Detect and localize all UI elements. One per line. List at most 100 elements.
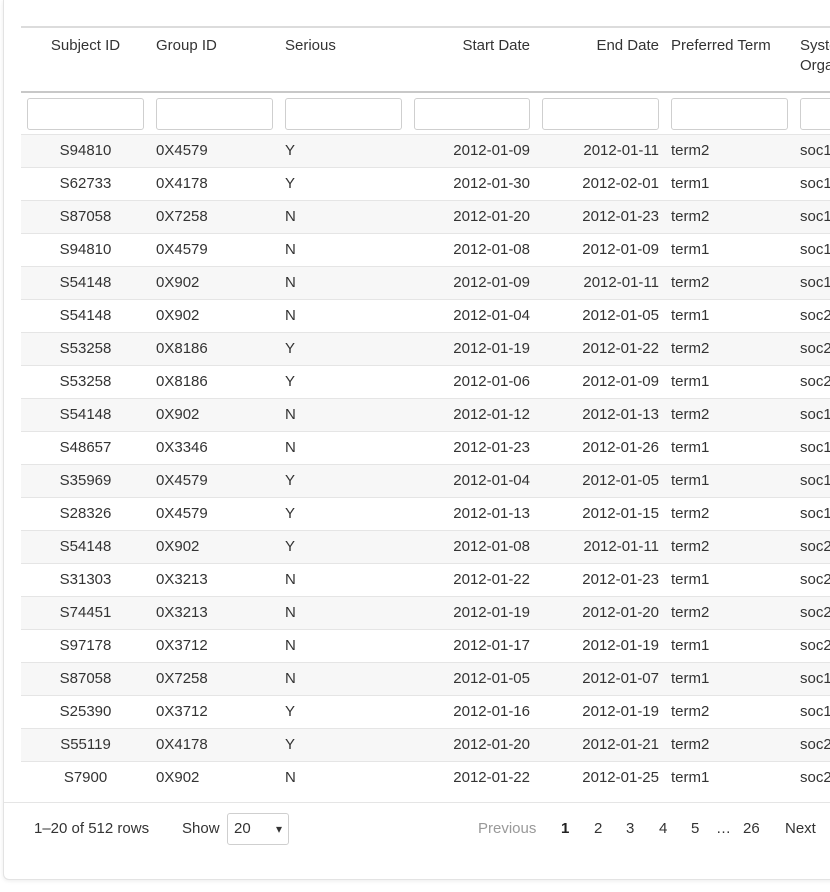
cell-system-organ-class: soc1 [794,661,830,695]
cell-start-date: 2012-01-13 [408,496,536,530]
cell-preferred-term: term2 [665,496,794,530]
table-row[interactable]: S54148 0X902 Y 2012-01-08 2012-01-11 term2 soc… [21,529,830,563]
table-row[interactable]: S55119 0X4178 Y 2012-01-20 2012-01-21 term2 so… [21,727,830,761]
filter-cell [150,92,279,134]
cell-start-date: 2012-01-16 [408,694,536,728]
filter-cell [536,92,665,134]
cell-group-id: 0X7258 [150,661,279,695]
page-2-button[interactable]: 2 [594,820,602,837]
table-row[interactable]: S94810 0X4579 N 2012-01-08 2012-01-09 term1 so… [21,232,830,266]
column-header-start-date[interactable]: Start Date [408,26,536,93]
page-size-select[interactable]: 20 ▾ [227,813,289,845]
table-row[interactable]: S28326 0X4579 Y 2012-01-13 2012-01-15 term2 so… [21,496,830,530]
cell-end-date: 2012-01-26 [536,430,665,464]
cell-subject-id: S53258 [21,331,150,365]
cell-subject-id: S54148 [21,298,150,332]
cell-system-organ-class: soc1 [794,430,830,464]
page-1-button[interactable]: 1 [561,820,569,837]
table-row[interactable]: S53258 0X8186 Y 2012-01-06 2012-01-09 term1 so… [21,364,830,398]
page-3-button[interactable]: 3 [626,820,634,837]
cell-end-date: 2012-01-13 [536,397,665,431]
cell-preferred-term: term2 [665,694,794,728]
cell-preferred-term: term1 [665,628,794,662]
chevron-down-icon: ▾ [275,822,282,836]
cell-end-date: 2012-01-19 [536,628,665,662]
cell-group-id: 0X3712 [150,628,279,662]
table-row[interactable]: S94810 0X4579 Y 2012-01-09 2012-01-11 term2 so… [21,133,830,167]
column-header-preferred-term[interactable]: Preferred Term [665,26,794,93]
cell-system-organ-class: soc1 [794,199,830,233]
cell-subject-id: S31303 [21,562,150,596]
table-row[interactable]: S35969 0X4579 Y 2012-01-04 2012-01-05 term1 so… [21,463,830,497]
cell-subject-id: S54148 [21,265,150,299]
cell-subject-id: S97178 [21,628,150,662]
table-row[interactable]: S97178 0X3712 N 2012-01-17 2012-01-19 term1 so… [21,628,830,662]
cell-start-date: 2012-01-22 [408,562,536,596]
cell-serious: N [279,661,408,695]
filter-input-serious[interactable] [285,98,402,130]
cell-subject-id: S54148 [21,529,150,563]
cell-start-date: 2012-01-20 [408,199,536,233]
cell-subject-id: S94810 [21,133,150,167]
table-row[interactable]: S54148 0X902 N 2012-01-09 2012-01-11 term2 soc… [21,265,830,299]
previous-page-button[interactable]: Previous [478,820,536,837]
table-row[interactable]: S25390 0X3712 Y 2012-01-16 2012-01-19 term2 so… [21,694,830,728]
cell-start-date: 2012-01-19 [408,331,536,365]
cell-preferred-term: term2 [665,331,794,365]
cell-start-date: 2012-01-08 [408,232,536,266]
page-4-button[interactable]: 4 [659,820,667,837]
filter-input-subject-id[interactable] [27,98,144,130]
cell-system-organ-class: soc1 [794,463,830,497]
page-26-button[interactable]: 26 [743,820,760,837]
rows-info: 1–20 of 512 rows [34,820,150,837]
table-row[interactable]: S74451 0X3213 N 2012-01-19 2012-01-20 term2 so… [21,595,830,629]
column-header-serious[interactable]: Serious [279,26,408,93]
filter-cell [665,92,794,134]
cell-preferred-term: term1 [665,364,794,398]
filter-cell [408,92,536,134]
cell-serious: Y [279,133,408,167]
table-row[interactable]: S54148 0X902 N 2012-01-12 2012-01-13 term2 soc… [21,397,830,431]
cell-preferred-term: term1 [665,430,794,464]
cell-group-id: 0X4579 [150,496,279,530]
cell-group-id: 0X902 [150,298,279,332]
table-row[interactable]: S31303 0X3213 N 2012-01-22 2012-01-23 term1 so… [21,562,830,596]
column-header-subject-id[interactable]: Subject ID [21,26,150,93]
filter-input-start-date[interactable] [414,98,530,130]
filter-input-end-date[interactable] [542,98,659,130]
cell-system-organ-class: soc1 [794,265,830,299]
column-header-end-date[interactable]: End Date [536,26,665,93]
table-row[interactable]: S54148 0X902 N 2012-01-04 2012-01-05 term1 soc… [21,298,830,332]
table-row[interactable]: S87058 0X7258 N 2012-01-05 2012-01-07 term1 so… [21,661,830,695]
next-page-button[interactable]: Next [785,820,816,837]
cell-serious: Y [279,331,408,365]
filter-input-system-organ-class[interactable] [800,98,830,130]
column-header-system-organ-class[interactable]: System Organ Class [794,26,830,93]
cell-preferred-term: term2 [665,397,794,431]
table-row[interactable]: S53258 0X8186 Y 2012-01-19 2012-01-22 term2 so… [21,331,830,365]
table-scroll-area[interactable]: Subject ID Group ID Serious Start Date End D… [21,26,830,794]
cell-end-date: 2012-01-11 [536,529,665,563]
filter-input-preferred-term[interactable] [671,98,788,130]
column-header-group-id[interactable]: Group ID [150,26,279,93]
filter-input-group-id[interactable] [156,98,273,130]
cell-group-id: 0X902 [150,397,279,431]
cell-group-id: 0X3213 [150,595,279,629]
cell-end-date: 2012-01-22 [536,331,665,365]
page-5-button[interactable]: 5 [691,820,699,837]
cell-group-id: 0X8186 [150,364,279,398]
table-row[interactable]: S48657 0X3346 N 2012-01-23 2012-01-26 term1 so… [21,430,830,464]
cell-system-organ-class: soc2 [794,529,830,563]
cell-group-id: 0X3213 [150,562,279,596]
table-row[interactable]: S87058 0X7258 N 2012-01-20 2012-01-23 term2 so… [21,199,830,233]
cell-subject-id: S94810 [21,232,150,266]
cell-start-date: 2012-01-20 [408,727,536,761]
cell-group-id: 0X4579 [150,232,279,266]
filter-row [21,92,830,134]
page-size-value: 20 [234,820,251,837]
table-row[interactable]: S62733 0X4178 Y 2012-01-30 2012-02-01 term1 so… [21,166,830,200]
cell-end-date: 2012-01-11 [536,133,665,167]
table-row[interactable]: S7900 0X902 N 2012-01-22 2012-01-25 term1 soc2 [21,760,830,794]
cell-end-date: 2012-01-19 [536,694,665,728]
cell-end-date: 2012-01-05 [536,463,665,497]
